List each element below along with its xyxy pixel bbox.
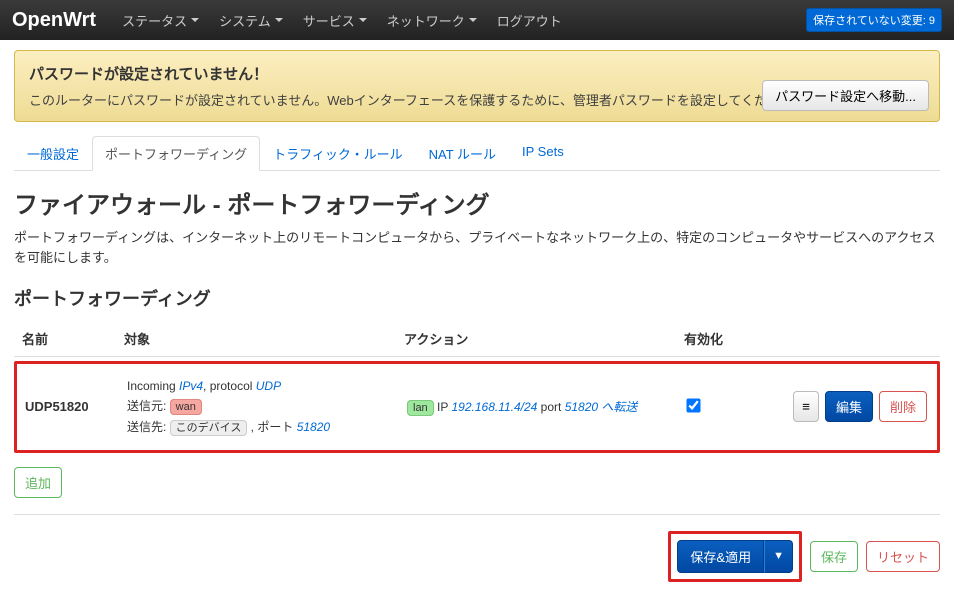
rule-buttons: ≡ 編集 削除 [751, 391, 933, 422]
tab-bar: 一般設定 ポートフォワーディング トラフィック・ルール NAT ルール IP S… [14, 136, 940, 171]
rule-enable [687, 399, 751, 415]
tab-general[interactable]: 一般設定 [14, 136, 92, 171]
page-description: ポートフォワーディングは、インターネット上のリモートコンピュータから、プライベー… [14, 228, 940, 267]
navbar-left: OpenWrt ステータス システム サービス ネットワーク ログアウト [12, 1, 572, 40]
rule-to-port: 51820 [297, 420, 330, 434]
nav-services[interactable]: サービス [293, 1, 377, 40]
navbar: OpenWrt ステータス システム サービス ネットワーク ログアウト 保存さ… [0, 0, 954, 40]
save-button[interactable]: 保存 [810, 541, 858, 572]
zone-lan-badge: lan [407, 400, 434, 416]
tab-traffic-rules[interactable]: トラフィック・ルール [260, 136, 415, 171]
device-badge: このデバイス [170, 420, 248, 436]
unsaved-changes-badge[interactable]: 保存されていない変更: 9 [806, 8, 942, 32]
nav-status[interactable]: ステータス [112, 1, 209, 40]
section-title: ポートフォワーディング [14, 285, 940, 311]
delete-button[interactable]: 削除 [879, 391, 927, 422]
reorder-handle[interactable]: ≡ [793, 391, 819, 422]
save-apply-group: 保存&適用 ▼ [668, 531, 802, 582]
rule-name: UDP51820 [21, 399, 127, 414]
rule-from: 送信元: wan [127, 396, 407, 417]
nav-system[interactable]: システム [209, 1, 293, 40]
rule-proto: UDP [256, 379, 281, 393]
zone-wan-badge: wan [170, 399, 202, 415]
header-name: 名前 [18, 329, 124, 348]
header-action: アクション [404, 329, 684, 348]
reset-button[interactable]: リセット [866, 541, 940, 572]
rule-incoming: Incoming IPv4, protocol UDP [127, 376, 407, 396]
tab-port-forwarding[interactable]: ポートフォワーディング [92, 136, 260, 171]
chevron-down-icon [275, 18, 283, 22]
save-apply-button[interactable]: 保存&適用 [677, 540, 764, 573]
enable-checkbox[interactable] [686, 398, 700, 412]
rule-action-ip: 192.168.11.4/24 [451, 400, 537, 414]
rule-to: 送信先: このデバイス , ポート 51820 [127, 417, 407, 438]
brand[interactable]: OpenWrt [12, 9, 96, 32]
add-row: 追加 [14, 467, 940, 498]
footer-actions: 保存&適用 ▼ 保存 リセット [14, 514, 940, 582]
rule-action: lan IP 192.168.11.4/24 port 51820 へ転送 [407, 398, 687, 415]
rule-row: UDP51820 Incoming IPv4, protocol UDP 送信元… [14, 361, 940, 453]
chevron-down-icon [469, 18, 477, 22]
header-enable: 有効化 [684, 329, 748, 348]
nav-network[interactable]: ネットワーク [377, 1, 487, 40]
rule-match: Incoming IPv4, protocol UDP 送信元: wan 送信先… [127, 376, 407, 438]
goto-password-button[interactable]: パスワード設定へ移動... [762, 80, 929, 111]
edit-button[interactable]: 編集 [825, 391, 873, 422]
tab-ip-sets[interactable]: IP Sets [509, 136, 577, 171]
add-button[interactable]: 追加 [14, 467, 62, 498]
save-apply-dropdown[interactable]: ▼ [764, 540, 793, 573]
chevron-down-icon [359, 18, 367, 22]
chevron-down-icon [191, 18, 199, 22]
tab-nat-rules[interactable]: NAT ルール [416, 136, 509, 171]
password-alert: パスワードが設定されていません！ このルーターにパスワードが設定されていません。… [14, 50, 940, 122]
page-title: ファイアウォール - ポートフォワーディング [14, 185, 940, 220]
table-header: 名前 対象 アクション 有効化 [14, 321, 940, 357]
rule-action-port: 51820 [565, 400, 598, 414]
header-match: 対象 [124, 329, 404, 348]
header-buttons [748, 329, 936, 348]
rule-ipv: IPv4 [179, 379, 203, 393]
main-container: パスワードが設定されていません！ このルーターにパスワードが設定されていません。… [0, 40, 954, 592]
nav-logout[interactable]: ログアウト [487, 1, 572, 40]
